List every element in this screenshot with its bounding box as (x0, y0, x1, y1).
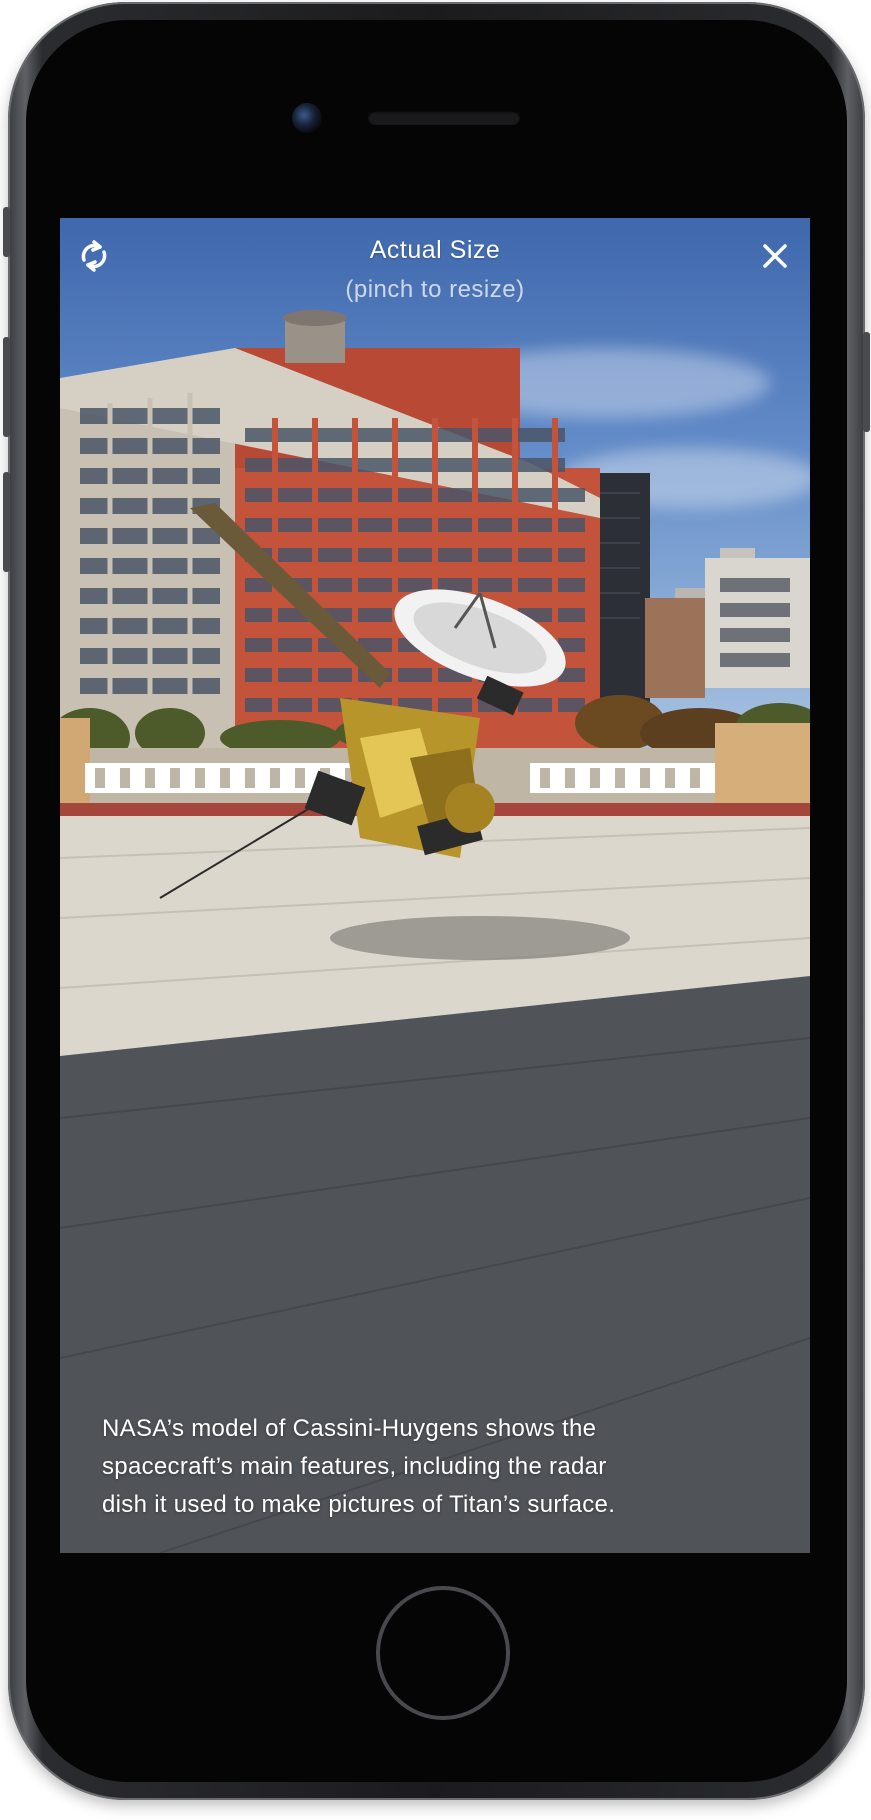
home-button[interactable] (376, 1586, 510, 1720)
caption-line: NASA’s model of Cassini-Huygens shows th… (102, 1415, 597, 1442)
ar-top-bar: Actual Size (pinch to resize) (60, 218, 810, 328)
white-building (705, 558, 810, 688)
brown-building (645, 598, 705, 698)
view-mode-title: Actual Size (369, 236, 501, 264)
mute-switch (3, 207, 10, 257)
volume-up-button (3, 337, 10, 437)
close-x-icon (763, 244, 787, 268)
resize-hint: (pinch to resize) (345, 276, 525, 303)
model-caption: NASA’s model of Cassini-Huygens shows th… (102, 1410, 782, 1524)
front-camera (292, 103, 322, 133)
spacecraft-shadow (330, 916, 630, 960)
caption-line: spacecraft’s main features, including th… (102, 1453, 607, 1480)
camera-feed-scene (60, 310, 810, 1553)
power-button (863, 332, 870, 432)
brick-pillar (715, 723, 810, 813)
caption-line: dish it used to make pictures of Titan’s… (102, 1491, 616, 1518)
earpiece-speaker (368, 111, 520, 125)
close-button[interactable] (753, 234, 797, 278)
volume-down-button (3, 472, 10, 572)
ar-quick-look-screen[interactable]: Actual Size (pinch to resize) NASA’s mod… (60, 218, 810, 1553)
